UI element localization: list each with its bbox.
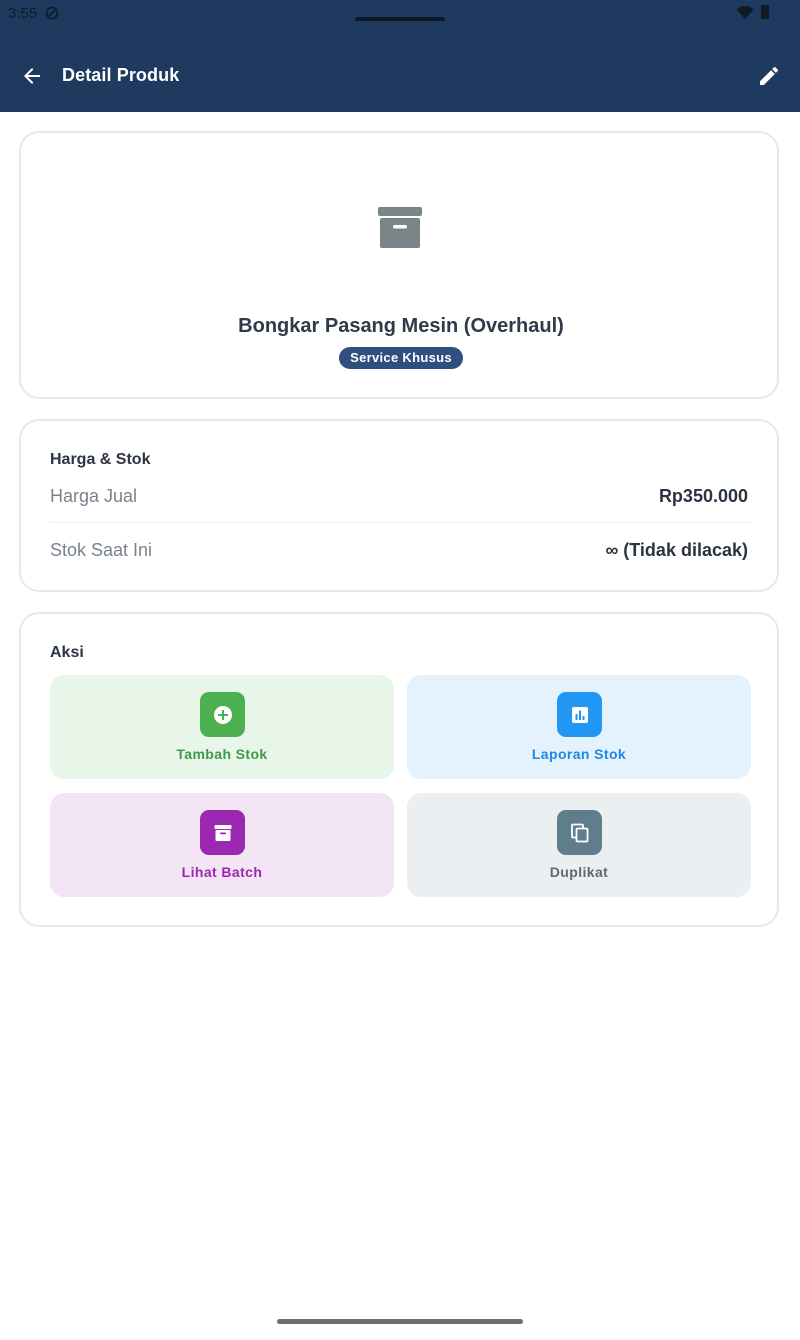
bar-chart-icon: [557, 692, 602, 737]
duplicate-label: Duplikat: [549, 864, 609, 880]
category-badge: Service Khusus: [339, 347, 463, 369]
current-stock-value: ∞ (Tidak dilacak): [605, 540, 748, 560]
view-batch-label: Lihat Batch: [181, 864, 263, 880]
row-divider: [50, 522, 752, 523]
status-time: 3:55: [8, 5, 38, 22]
battery-icon: [761, 5, 769, 19]
edit-pencil-icon[interactable]: [757, 64, 781, 88]
actions-title: Aksi: [50, 644, 84, 661]
add-stock-label: Tambah Stok: [176, 746, 268, 762]
archive-icon: [200, 810, 245, 855]
back-arrow-icon[interactable]: [20, 64, 44, 88]
stock-report-label: Laporan Stok: [531, 746, 627, 762]
product-name: Bongkar Pasang Mesin (Overhaul): [238, 315, 564, 337]
copy-icon: [557, 810, 602, 855]
wifi-icon: [736, 5, 754, 25]
price-stock-title: Harga & Stok: [50, 451, 151, 468]
camera-notch: [355, 17, 445, 21]
price-stock-card: Harga & Stok Harga Jual Rp350.000 Stok S…: [19, 419, 779, 592]
status-bar: 3:55: [0, 0, 800, 32]
selling-price-value: Rp350.000: [658, 486, 748, 506]
duplicate-button[interactable]: Duplikat: [407, 793, 751, 897]
page-title: Detail Produk: [62, 65, 180, 85]
current-stock-label: Stok Saat Ini: [50, 540, 153, 560]
do-not-disturb-icon: [45, 6, 59, 25]
stock-report-button[interactable]: Laporan Stok: [407, 675, 751, 779]
archive-box-icon: [376, 203, 424, 251]
add-stock-button[interactable]: Tambah Stok: [50, 675, 394, 779]
plus-circle-icon: [200, 692, 245, 737]
gesture-home-bar: [277, 1319, 523, 1324]
actions-card: Aksi Tambah Stok Laporan Stok Lihat Batc…: [19, 612, 779, 927]
product-header-card: Bongkar Pasang Mesin (Overhaul) Service …: [19, 131, 779, 399]
view-batch-button[interactable]: Lihat Batch: [50, 793, 394, 897]
app-bar: Detail Produk: [0, 32, 800, 112]
selling-price-label: Harga Jual: [50, 486, 138, 506]
